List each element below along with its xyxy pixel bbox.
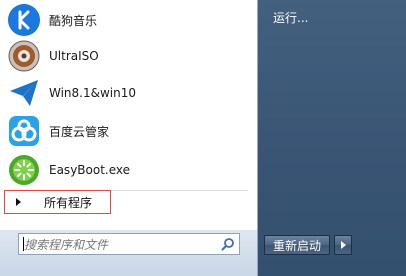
baidu-cloud-icon bbox=[8, 115, 40, 147]
program-label: Win8.1&win10 bbox=[49, 86, 137, 100]
all-programs-label: 所有程序 bbox=[44, 195, 93, 210]
paper-plane-icon bbox=[8, 77, 40, 109]
run-command[interactable]: 运行... bbox=[273, 9, 308, 26]
program-item-baidu-cloud[interactable]: 百度云管家 bbox=[8, 113, 254, 149]
start-menu: 酷狗音乐 UltraISO Win8.1&win10 百度云管家 EasyBoo… bbox=[0, 0, 406, 276]
search-box[interactable] bbox=[18, 233, 240, 255]
all-programs-button[interactable]: 所有程序 bbox=[4, 190, 111, 214]
program-item-easyboot[interactable]: EasyBoot.exe bbox=[8, 152, 254, 188]
restart-button[interactable]: 重新启动 bbox=[264, 235, 330, 255]
program-label: 酷狗音乐 bbox=[49, 13, 98, 28]
run-label: 运行... bbox=[273, 11, 309, 25]
expand-arrow-icon bbox=[16, 198, 21, 206]
program-label: 百度云管家 bbox=[49, 124, 110, 139]
kugou-music-icon bbox=[8, 4, 40, 36]
program-item-kugou[interactable]: 酷狗音乐 bbox=[8, 2, 254, 38]
ultraiso-disc-icon bbox=[8, 40, 40, 72]
shutdown-options-button[interactable] bbox=[334, 235, 352, 255]
search-input[interactable] bbox=[22, 235, 216, 255]
program-label: EasyBoot.exe bbox=[49, 163, 131, 177]
programs-pane: 酷狗音乐 UltraISO Win8.1&win10 百度云管家 EasyBoo… bbox=[0, 0, 258, 230]
easyboot-icon bbox=[8, 154, 40, 186]
restart-label: 重新启动 bbox=[272, 238, 321, 253]
chevron-right-icon bbox=[340, 241, 346, 249]
program-item-ultraiso[interactable]: UltraISO bbox=[8, 38, 254, 74]
program-item-win8-win10[interactable]: Win8.1&win10 bbox=[8, 75, 254, 111]
program-label: UltraISO bbox=[49, 49, 99, 63]
search-icon[interactable] bbox=[221, 237, 235, 251]
